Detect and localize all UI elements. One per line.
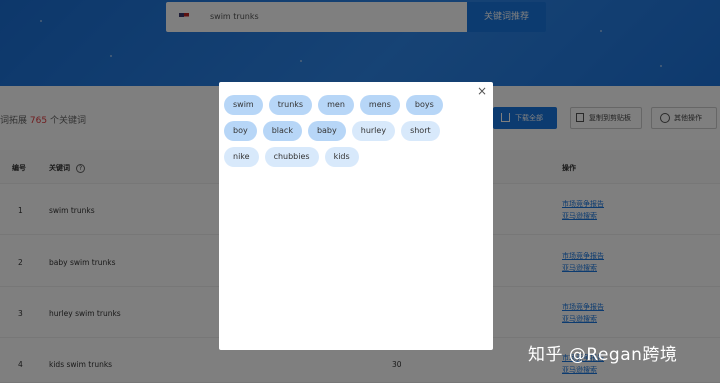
keyword-tag[interactable]: kids [324, 147, 359, 167]
tag-list: swim trunks men mens boys boy black baby hurley s… [224, 95, 464, 167]
keyword-tag[interactable]: mens [359, 95, 400, 115]
keyword-tag[interactable]: hurley [351, 121, 396, 141]
keyword-tag[interactable]: boys [405, 95, 443, 115]
keyword-tag[interactable]: chubbies [264, 147, 319, 167]
keyword-tag[interactable]: short [401, 121, 440, 141]
keyword-tag[interactable]: boy [224, 121, 257, 141]
keyword-tag[interactable]: baby [307, 121, 346, 141]
close-icon[interactable]: × [477, 84, 487, 98]
keyword-tags-modal: × swim trunks men mens boys boy black baby hurle… [219, 82, 493, 350]
keyword-tag[interactable]: trunks [268, 95, 313, 115]
keyword-tag[interactable]: nike [224, 147, 259, 167]
keyword-tag[interactable]: black [262, 121, 302, 141]
keyword-tag[interactable]: swim [224, 95, 263, 115]
watermark: 知乎 @Regan跨境 [528, 345, 678, 365]
keyword-tag[interactable]: men [318, 95, 354, 115]
